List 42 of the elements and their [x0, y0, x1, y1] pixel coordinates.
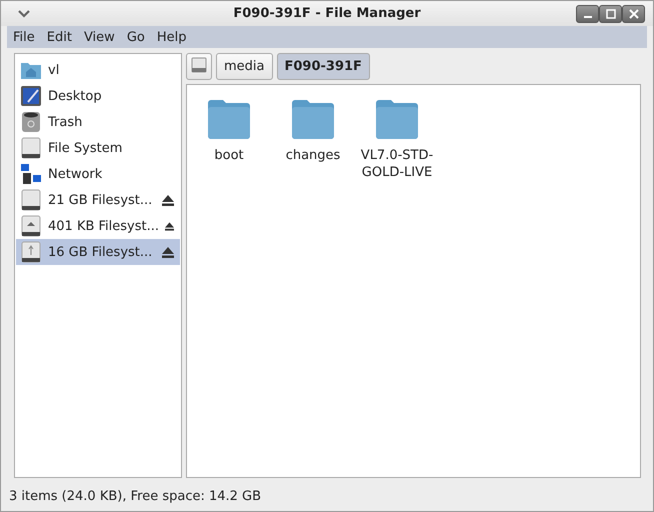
folder-icon[interactable] [374, 97, 420, 141]
drive-path-button[interactable] [186, 53, 212, 80]
sidebar-item[interactable]: Trash [16, 109, 180, 135]
eject-icon[interactable] [162, 194, 174, 206]
menu-item[interactable]: Edit [40, 30, 78, 44]
desktop-icon [20, 85, 42, 107]
sidebar-item[interactable]: Desktop [16, 83, 180, 109]
menu-item[interactable]: Help [150, 30, 192, 44]
folder-icon[interactable] [290, 97, 336, 141]
sidebar-item[interactable]: File System [16, 135, 180, 161]
maximize-button[interactable] [599, 4, 622, 22]
eject-icon[interactable] [162, 246, 174, 258]
trash-icon [20, 111, 42, 133]
eject-icon[interactable] [165, 220, 174, 232]
sidebar-item[interactable]: Network [16, 161, 180, 187]
drive-icon [191, 56, 207, 72]
folder-name[interactable]: changes [271, 147, 355, 164]
path-button[interactable]: F090-391F [276, 53, 370, 80]
drive-icon [20, 241, 42, 263]
chevron-icon[interactable] [17, 8, 31, 18]
folder-icon[interactable] [206, 97, 252, 141]
sidebar-item[interactable]: vl [16, 57, 180, 83]
minimize-icon [584, 16, 592, 18]
drive-icon [20, 137, 42, 159]
close-button[interactable] [622, 4, 645, 22]
sidebar-item[interactable]: 21 GB Filesyst... [16, 187, 180, 213]
menu-item[interactable]: View [78, 30, 121, 44]
window-title: F090-391F - File Manager [233, 6, 421, 21]
menu-item[interactable]: File [7, 30, 41, 44]
maximize-icon [606, 8, 616, 18]
minimize-button[interactable] [576, 4, 599, 22]
drive-icon [20, 215, 42, 237]
sidebar-item[interactable]: 401 KB Filesyst... [16, 213, 180, 239]
close-icon [628, 8, 638, 18]
network-icon [20, 163, 42, 185]
status-text: 3 items (24.0 KB), Free space: 14.2 GB [9, 488, 262, 504]
folder-name[interactable]: boot [187, 147, 271, 164]
drive-icon [20, 189, 42, 211]
sidebar-item[interactable]: 16 GB Filesyst... [16, 239, 180, 265]
path-button[interactable]: media [216, 53, 272, 80]
menu-item[interactable]: Go [120, 30, 151, 44]
folder-name[interactable]: VL7.0-STD-GOLD-LIVE [355, 147, 439, 181]
